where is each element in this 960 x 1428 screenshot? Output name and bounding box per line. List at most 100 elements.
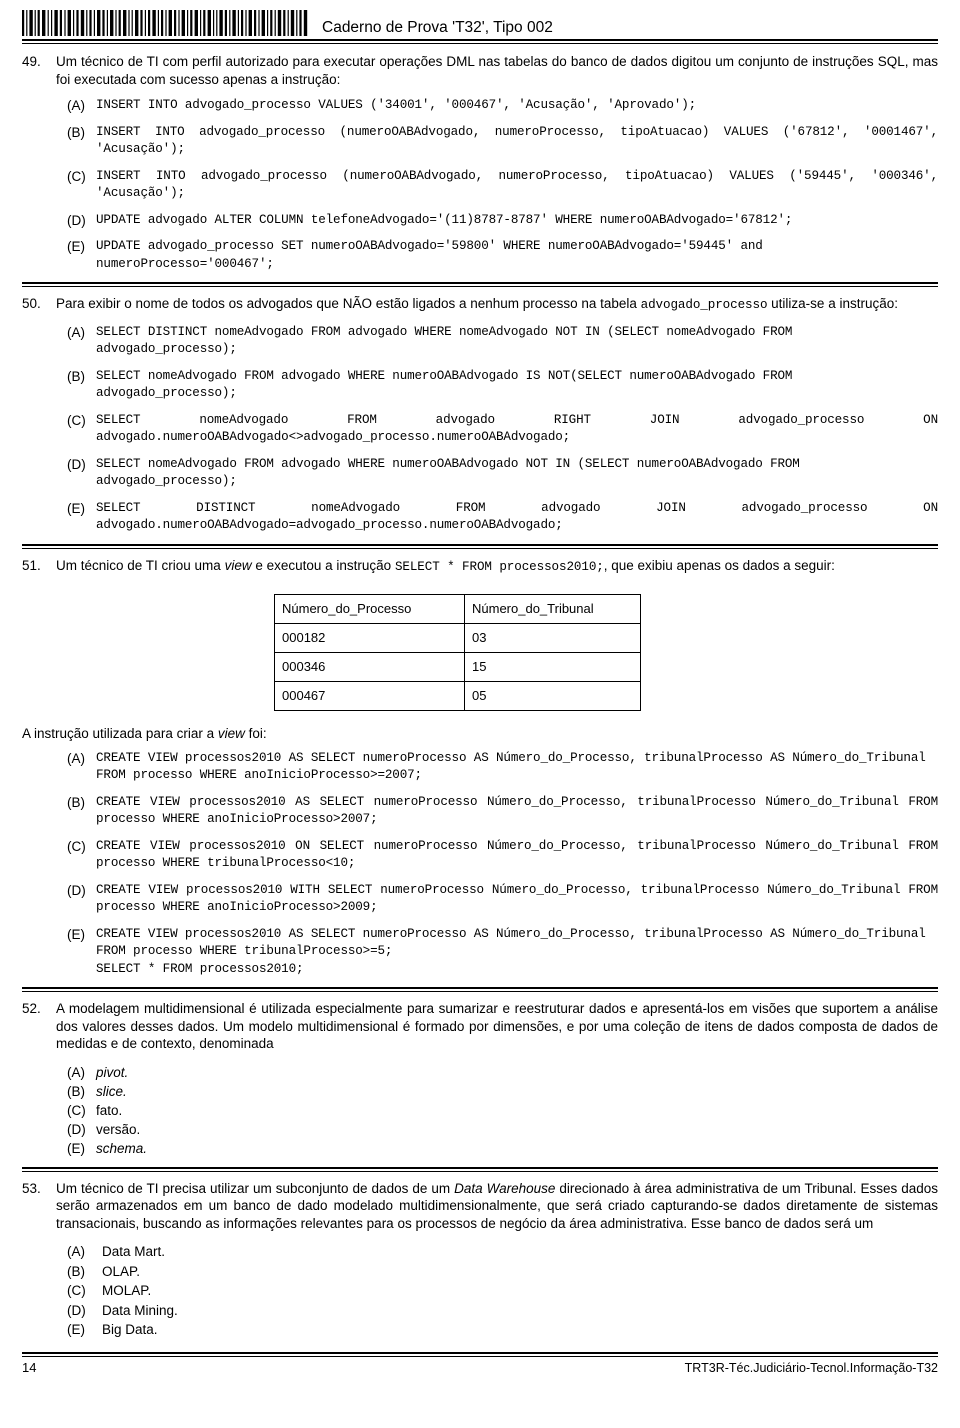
option-text: fato. [96, 1102, 123, 1118]
option-c[interactable]: (C) MOLAP. [56, 1281, 938, 1301]
option-c[interactable]: (C) SELECT nomeAdvogado FROM advogado RI… [56, 412, 938, 447]
option-b[interactable]: (B) OLAP. [56, 1262, 938, 1282]
document-code: TRT3R-Téc.Judiciário-Tecnol.Informação-T… [684, 1360, 938, 1375]
header-title: Caderno de Prova 'T32', Tipo 002 [322, 18, 553, 36]
question-50: 50. Para exibir o nome de todos os advog… [22, 295, 938, 535]
option-c[interactable]: (C) INSERT INTO advogado_processo (numer… [56, 168, 938, 203]
option-text: SELECT nomeAdvogado FROM advogado WHERE … [96, 456, 808, 489]
option-text: schema. [96, 1140, 148, 1156]
table-row: 000346 15 [274, 652, 641, 682]
option-b[interactable]: (B) CREATE VIEW processos2010 AS SELECT … [56, 794, 938, 829]
option-text: CREATE VIEW processos2010 AS SELECT nume… [96, 794, 938, 827]
cell-numero-processo: 000182 [274, 623, 465, 653]
option-e[interactable]: (E) SELECT DISTINCT nomeAdvogado FROM ad… [56, 500, 938, 535]
option-label: (C) [67, 1102, 86, 1118]
cell-numero-tribunal: 03 [464, 623, 641, 653]
option-label: (C) [67, 838, 86, 854]
question-number: 52. [22, 1001, 41, 1016]
option-label: (A) [67, 1244, 85, 1259]
option-text: SELECT DISTINCT nomeAdvogado FROM advoga… [96, 324, 800, 357]
option-label: (A) [67, 1064, 85, 1080]
question-number: 51. [22, 557, 41, 573]
question-stem: A modelagem multidimensional é utilizada… [56, 1001, 938, 1051]
option-label: (B) [67, 1263, 85, 1279]
option-text: CREATE VIEW processos2010 AS SELECT nume… [96, 926, 926, 976]
option-text: INSERT INTO advogado_processo VALUES ('3… [96, 98, 697, 112]
question-51: 51. Um técnico de TI criou uma view e ex… [22, 557, 938, 577]
option-e[interactable]: (E) Big Data. [56, 1320, 938, 1340]
option-text: pivot. [96, 1064, 129, 1080]
option-a[interactable]: (A) INSERT INTO advogado_processo VALUES… [56, 97, 938, 115]
cell-numero-tribunal: 15 [464, 652, 641, 682]
option-text: Data Mart. [102, 1244, 166, 1259]
option-e[interactable]: (E) CREATE VIEW processos2010 AS SELECT … [56, 926, 938, 979]
table-header-row: Número_do_Processo Número_do_Tribunal [274, 594, 641, 624]
option-text: versão. [96, 1121, 141, 1137]
question-stem: Um técnico de TI precisa utilizar um sub… [56, 1180, 938, 1231]
option-label: (B) [67, 794, 85, 810]
question-52: 52. A modelagem multidimensional é utili… [22, 1000, 938, 1158]
option-e[interactable]: (E) UPDATE advogado_processo SET numeroO… [56, 238, 938, 273]
option-label: (C) [67, 1283, 86, 1298]
option-b[interactable]: (B) SELECT nomeAdvogado FROM advogado WH… [56, 368, 938, 403]
option-d[interactable]: (D) UPDATE advogado ALTER COLUMN telefon… [56, 212, 938, 230]
cell-numero-processo: 000346 [274, 652, 465, 682]
option-label: (D) [67, 456, 86, 472]
option-label: (D) [67, 882, 86, 898]
section-divider [22, 1166, 938, 1172]
option-label: (B) [67, 1083, 85, 1099]
option-label: (D) [67, 212, 86, 228]
section-divider [22, 987, 938, 992]
option-text: MOLAP. [102, 1283, 152, 1298]
question-stem: Para exibir o nome de todos os advogados… [56, 296, 898, 312]
option-d[interactable]: (D) CREATE VIEW processos2010 WITH SELEC… [56, 882, 938, 917]
option-label: (A) [67, 98, 85, 113]
result-table: Número_do_Processo Número_do_Tribunal 00… [274, 594, 641, 711]
option-label: (A) [67, 324, 85, 340]
options-list: (A) Data Mart. (B) OLAP. (C) MOLAP. (D) … [56, 1242, 938, 1340]
option-label: (E) [67, 239, 85, 254]
header-divider [22, 39, 938, 44]
question-53: 53. Um técnico de TI precisa utilizar um… [22, 1180, 938, 1340]
option-a[interactable]: (A) SELECT DISTINCT nomeAdvogado FROM ad… [56, 324, 938, 359]
option-text: slice. [96, 1083, 127, 1099]
option-text: INSERT INTO advogado_processo (numeroOAB… [96, 168, 938, 201]
cell-numero-tribunal: 05 [464, 681, 641, 711]
section-divider [22, 282, 938, 287]
option-label: (E) [67, 500, 85, 516]
option-a[interactable]: (A) CREATE VIEW processos2010 AS SELECT … [56, 750, 938, 785]
option-c[interactable]: (C) fato. [56, 1101, 938, 1120]
option-label: (E) [67, 926, 85, 942]
question-number: 49. [22, 54, 41, 69]
barcode [22, 10, 308, 36]
page-header: Caderno de Prova 'T32', Tipo 002 [22, 0, 938, 36]
options-list-51: (A) CREATE VIEW processos2010 AS SELECT … [22, 750, 938, 979]
option-a[interactable]: (A) Data Mart. [56, 1242, 938, 1262]
option-text: CREATE VIEW processos2010 AS SELECT nume… [96, 750, 934, 783]
question-stem: Um técnico de TI com perfil autorizado p… [56, 54, 938, 87]
option-d[interactable]: (D) versão. [56, 1120, 938, 1139]
option-label: (D) [67, 1302, 86, 1318]
option-d[interactable]: (D) SELECT nomeAdvogado FROM advogado WH… [56, 456, 938, 491]
exam-page: Caderno de Prova 'T32', Tipo 002 49. Um … [0, 0, 960, 1428]
option-b[interactable]: (B) slice. [56, 1082, 938, 1101]
table-row: 000467 05 [274, 681, 641, 711]
option-label: (C) [67, 168, 86, 184]
option-c[interactable]: (C) CREATE VIEW processos2010 ON SELECT … [56, 838, 938, 873]
page-footer: 14 TRT3R-Téc.Judiciário-Tecnol.Informaçã… [22, 1357, 938, 1375]
result-table-wrapper: Número_do_Processo Número_do_Tribunal 00… [22, 594, 938, 711]
option-e[interactable]: (E) schema. [56, 1139, 938, 1158]
option-text: UPDATE advogado_processo SET numeroOABAd… [96, 239, 771, 271]
option-text: SELECT nomeAdvogado FROM advogado WHERE … [96, 368, 800, 401]
option-text: Big Data. [102, 1322, 158, 1337]
option-text: OLAP. [102, 1263, 141, 1279]
column-header-numero-processo: Número_do_Processo [274, 594, 465, 624]
option-a[interactable]: (A) pivot. [56, 1063, 938, 1082]
option-label: (E) [67, 1140, 85, 1156]
option-d[interactable]: (D) Data Mining. [56, 1301, 938, 1321]
option-label: (C) [67, 412, 86, 428]
section-divider [22, 543, 938, 549]
option-b[interactable]: (B) INSERT INTO advogado_processo (numer… [56, 124, 938, 159]
option-text: CREATE VIEW processos2010 WITH SELECT nu… [96, 882, 938, 915]
option-label: (E) [67, 1322, 85, 1337]
